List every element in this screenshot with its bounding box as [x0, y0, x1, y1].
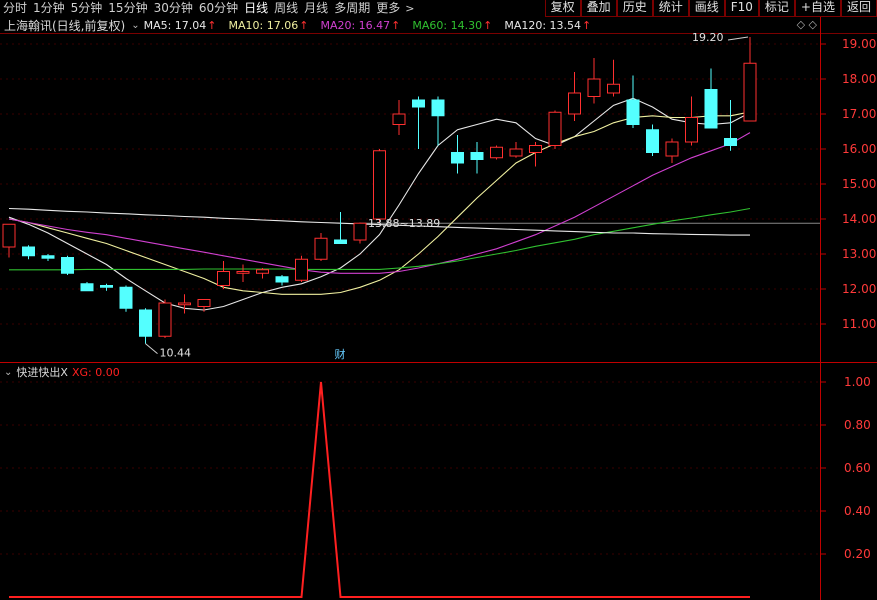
candle-body — [685, 117, 698, 143]
y-tick-label: 11.00 — [842, 317, 876, 331]
y-tick-label: 17.00 — [842, 107, 876, 121]
y-tick-label: 1.00 — [844, 375, 871, 389]
candle-body — [139, 309, 152, 337]
candle-body — [490, 146, 503, 159]
candle-body — [704, 89, 718, 129]
candle-body — [100, 285, 113, 288]
chevron-down-icon[interactable]: ⌄ — [4, 367, 12, 378]
candle-body — [353, 222, 367, 241]
xg-readout: XG: 0.00 — [71, 365, 120, 379]
candle-body — [587, 78, 601, 97]
candle-body — [412, 99, 425, 108]
y-tick-label: 13.00 — [842, 247, 876, 261]
sub-indicator-title: ⌄ 快进快出X XG: 0.00 — [4, 364, 120, 380]
candle-body — [665, 141, 679, 157]
high-pointer — [727, 36, 749, 41]
y-tick-label: 16.00 — [842, 142, 876, 156]
candle-body — [314, 237, 328, 260]
candle-body — [334, 239, 347, 244]
candle-body — [646, 129, 659, 153]
y-tick-label: 0.20 — [844, 547, 871, 561]
candle-body — [509, 148, 523, 157]
y-tick-label: 12.00 — [842, 282, 876, 296]
candle-body — [373, 150, 386, 220]
candle-body — [607, 83, 620, 94]
candle-body — [197, 299, 211, 307]
candle-body — [61, 257, 74, 274]
price-range-label: 13.88~13.89 — [368, 217, 440, 230]
y-tick-label: 19.00 — [842, 37, 876, 51]
y-tick-label: 14.00 — [842, 212, 876, 226]
candle-body — [548, 111, 562, 146]
candle-body — [178, 302, 191, 306]
xg-signal-line — [9, 381, 750, 598]
low-pointer — [145, 343, 158, 354]
kline-chart[interactable]: 19.00 18.00 17.00 16.00 15.00 14.00 13.00 12.00… — [0, 0, 877, 600]
sub-indicator-name: 快进快出X — [16, 366, 68, 379]
candle-body — [392, 113, 406, 125]
candle-body — [529, 145, 542, 153]
candle-body — [724, 138, 737, 146]
y-tick-label: 0.60 — [844, 461, 871, 475]
finance-marker: 财 — [335, 347, 346, 361]
candle-body — [217, 271, 230, 286]
candle-body — [236, 271, 250, 274]
y-tick-label: 0.40 — [844, 504, 871, 518]
candle-body — [431, 99, 445, 117]
y-tick-label: 15.00 — [842, 177, 876, 191]
candle-body — [626, 99, 640, 125]
y-tick-label: 18.00 — [842, 72, 876, 86]
candle-body — [2, 223, 16, 248]
candle-body — [470, 152, 484, 160]
candle-body — [743, 62, 757, 122]
candle-body — [158, 302, 172, 337]
candle-body — [22, 246, 35, 257]
high-price-label: 19.20 — [692, 31, 724, 44]
candle-body — [295, 258, 308, 281]
candle-body — [80, 283, 94, 292]
candle-body — [41, 255, 55, 259]
y-tick-label: 0.80 — [844, 418, 871, 432]
candle-body — [451, 152, 464, 164]
candle-body — [256, 269, 269, 274]
low-price-label: 10.44 — [160, 347, 192, 360]
candle-body — [568, 92, 581, 115]
candle-body — [275, 276, 289, 283]
candle-body — [119, 286, 133, 309]
